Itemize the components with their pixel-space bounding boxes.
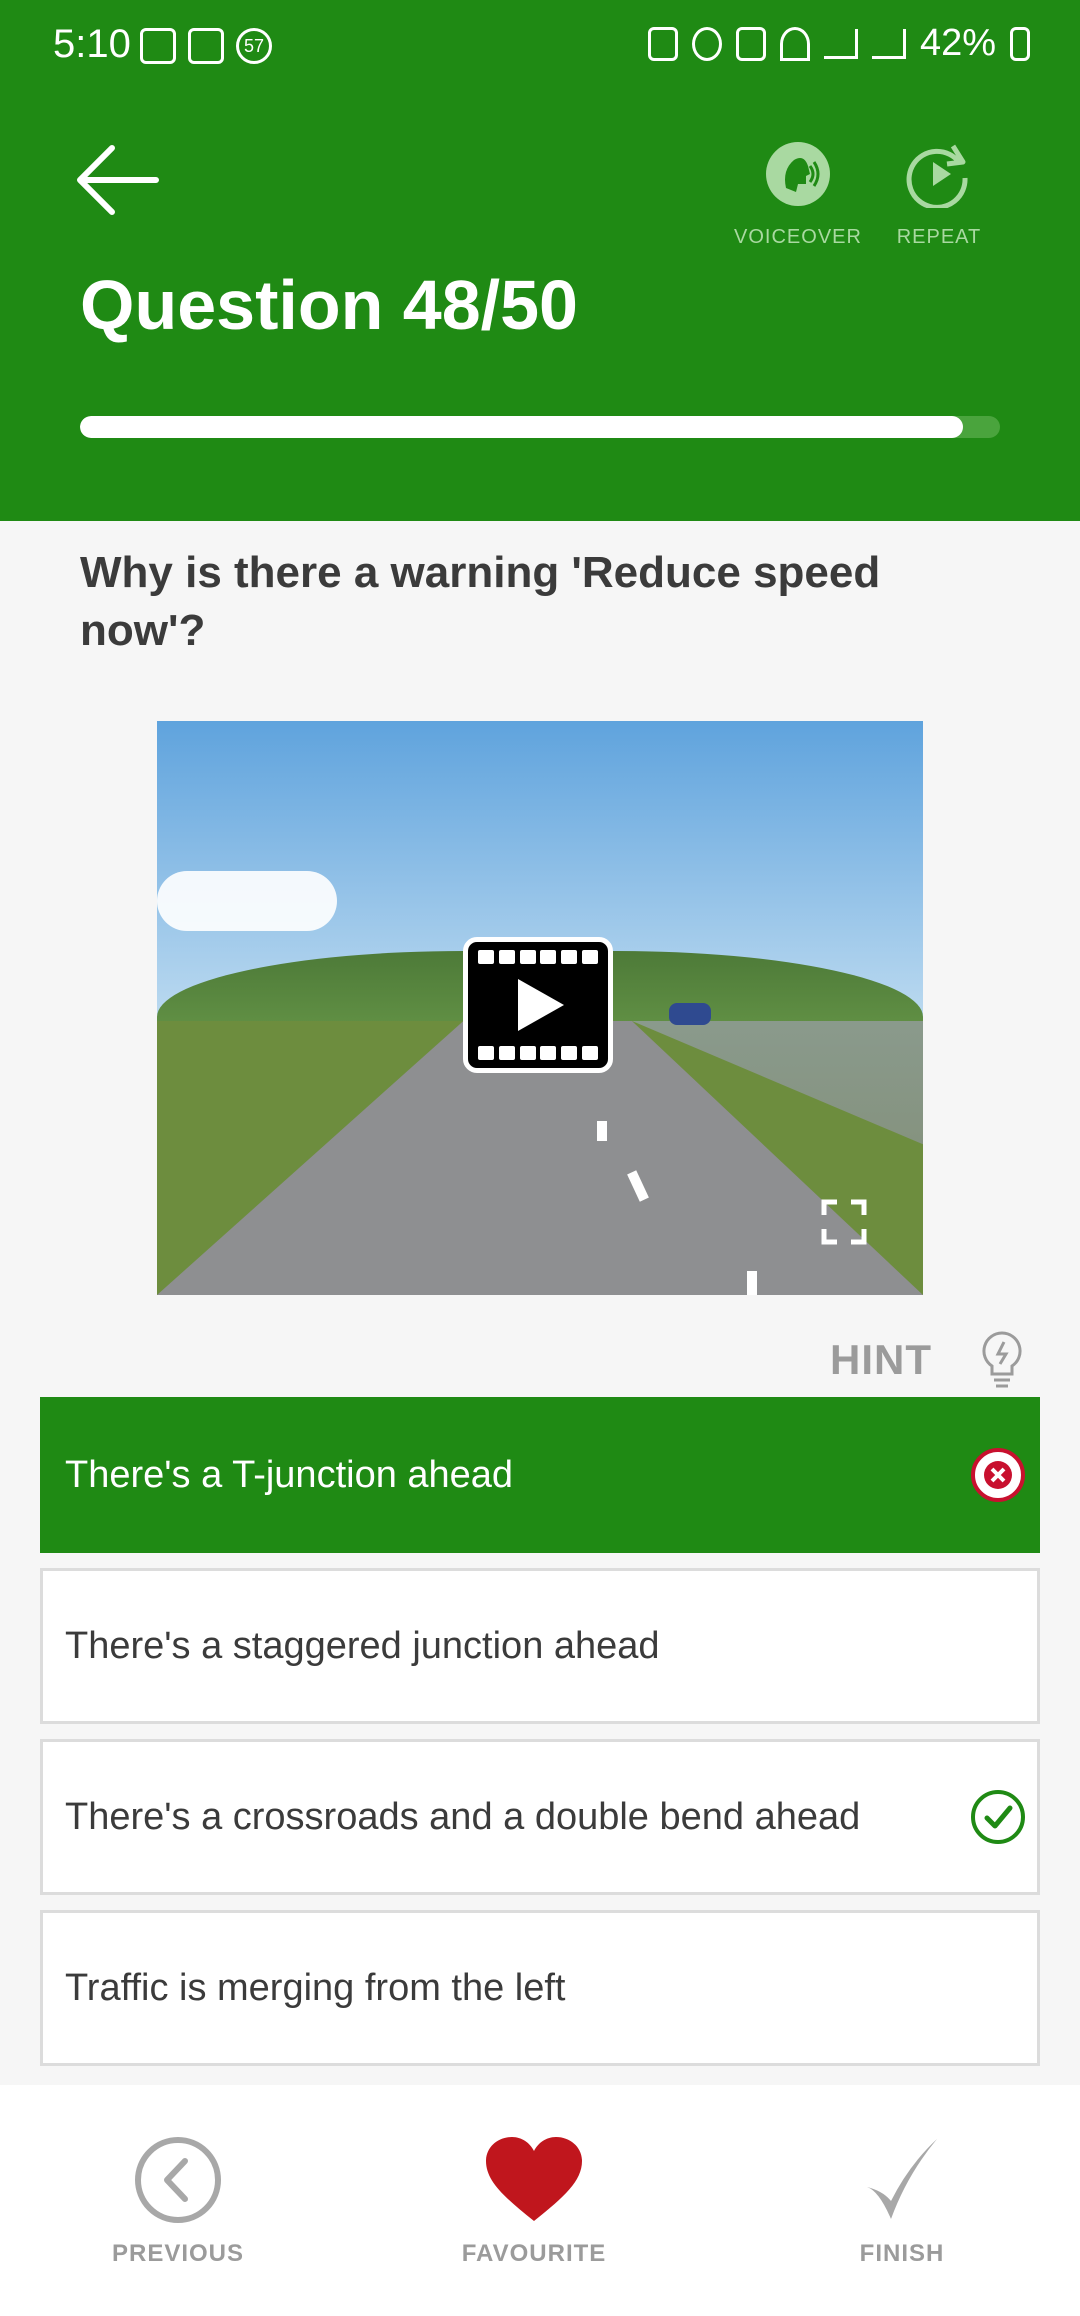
voiceover-label: VOICEOVER [734, 226, 862, 248]
checkmark-icon [867, 2139, 937, 2219]
answer-text: Traffic is merging from the left [65, 1966, 566, 2009]
video-lane-mark [597, 1121, 607, 1141]
voiceover-button[interactable]: VOICEOVER [728, 140, 868, 270]
repeat-button[interactable]: REPEAT [869, 140, 1009, 270]
cross-glyph [984, 1461, 1012, 1489]
check-icon [971, 1790, 1025, 1844]
back-button[interactable] [72, 140, 172, 220]
answer-option-2[interactable]: There's a staggered junction ahead [40, 1568, 1040, 1724]
battery-percent: 42% [919, 22, 996, 64]
count-badge: 57 [236, 28, 272, 64]
progress-bar [80, 416, 1000, 438]
check-glyph [984, 1805, 1013, 1829]
previous-label: PREVIOUS [111, 2240, 245, 2267]
voiceover-icon [764, 140, 832, 208]
answer-text: There's a T-junction ahead [65, 1453, 514, 1496]
chevron-left-circle-icon [135, 2137, 221, 2223]
repeat-label: REPEAT [896, 226, 982, 248]
status-notification-icons: 57 [140, 28, 272, 64]
question-text: Why is there a warning 'Reduce speed now… [80, 548, 881, 655]
status-time: 5:10 [53, 22, 131, 66]
mute-icon [735, 26, 766, 61]
video-cloud [157, 871, 337, 931]
signal-icon [823, 28, 858, 59]
status-bar: 5:10 57 42% [0, 0, 1080, 95]
battery-icon [1010, 26, 1030, 61]
wrong-icon [971, 1448, 1025, 1502]
signal-icon-2 [871, 28, 906, 59]
film-perforation [478, 1046, 598, 1060]
lightbulb-icon [982, 1331, 1022, 1388]
answer-text: There's a staggered junction ahead [65, 1624, 660, 1667]
answer-option-3[interactable]: There's a crossroads and a double bend a… [40, 1739, 1040, 1895]
finish-label: FINISH [859, 2240, 945, 2267]
question-video[interactable] [157, 721, 923, 1295]
alarm-icon [691, 26, 722, 61]
question-counter: Question 48/50 [80, 266, 578, 344]
hint-label: HINT [830, 1336, 932, 1383]
fullscreen-icon[interactable] [821, 1199, 867, 1245]
favourite-label: FAVOURITE [461, 2240, 607, 2267]
header: 5:10 57 42% VOICEOVER REPEAT Question 48… [0, 0, 1080, 521]
app-notification-icon [188, 28, 224, 64]
gallery-icon [140, 28, 176, 64]
video-car [669, 1003, 711, 1025]
finish-button[interactable]: FINISH [792, 2135, 1012, 2268]
previous-button[interactable]: PREVIOUS [68, 2135, 288, 2268]
arrow-left-icon [77, 145, 159, 215]
play-icon [518, 979, 564, 1031]
bottom-navigation: PREVIOUS FAVOURITE FINISH [0, 2085, 1080, 2316]
play-video-button[interactable] [463, 937, 613, 1073]
video-lane-mark [747, 1271, 757, 1295]
favourite-button[interactable]: FAVOURITE [424, 2135, 644, 2268]
film-perforation [478, 950, 598, 964]
answer-option-4[interactable]: Traffic is merging from the left [40, 1910, 1040, 2066]
hint-button[interactable]: HINT [830, 1330, 1024, 1390]
answer-text: There's a crossroads and a double bend a… [65, 1795, 861, 1838]
progress-fill [80, 416, 964, 438]
recycle-icon [647, 26, 678, 61]
status-system-icons: 42% [647, 22, 1030, 65]
wifi-icon [779, 26, 810, 61]
repeat-icon [905, 140, 973, 208]
heart-icon [486, 2137, 582, 2221]
answer-option-1[interactable]: There's a T-junction ahead [40, 1397, 1040, 1553]
